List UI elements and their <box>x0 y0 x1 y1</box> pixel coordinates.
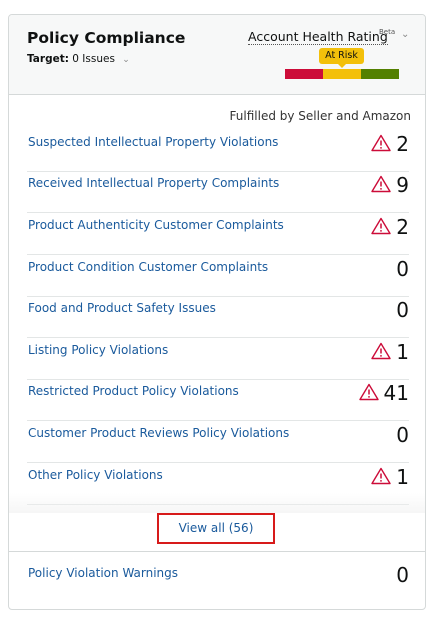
warning-triangle-icon <box>371 342 391 360</box>
warning-triangle-icon <box>371 467 391 485</box>
metric-row: Listing Policy Violations 1 <box>27 339 409 380</box>
rating-bar-critical <box>285 69 323 79</box>
account-health-rating-label[interactable]: Account Health Rating <box>248 29 388 45</box>
target-dropdown[interactable]: Target: 0 Issues ⌄ <box>27 53 130 65</box>
warning-triangle-icon <box>371 217 391 235</box>
metric-count: 41 <box>383 381 409 405</box>
view-all-highlight: View all (56) <box>157 513 275 544</box>
scroll-fade <box>9 493 425 513</box>
policy-compliance-card: Policy Compliance Target: 0 Issues ⌄ Acc… <box>8 14 426 610</box>
metric-link[interactable]: Suspected Intellectual Property Violatio… <box>28 135 278 149</box>
metric-count: 2 <box>396 132 409 156</box>
chevron-down-icon: ⌄ <box>122 55 130 65</box>
warning-triangle-icon <box>359 383 379 401</box>
warning-triangle-icon <box>371 134 391 152</box>
metric-row: Food and Product Safety Issues 0 <box>27 297 409 338</box>
metric-row: Customer Product Reviews Policy Violatio… <box>27 422 409 463</box>
warning-triangle-icon <box>371 175 391 193</box>
view-all-link[interactable]: View all (56) <box>159 515 273 542</box>
status-badge-pointer <box>338 64 346 68</box>
metric-row: Product Authenticity Customer Complaints… <box>27 214 409 255</box>
card-header: Policy Compliance Target: 0 Issues ⌄ Acc… <box>9 15 425 95</box>
status-badge: At Risk <box>319 48 364 64</box>
policy-violation-warnings-row: Policy Violation Warnings 0 <box>27 562 409 603</box>
metric-row: Received Intellectual Property Complaint… <box>27 172 409 213</box>
metric-link[interactable]: Food and Product Safety Issues <box>28 301 216 315</box>
metric-count: 0 <box>396 257 409 281</box>
metric-link[interactable]: Product Condition Customer Complaints <box>28 260 268 274</box>
section-divider <box>9 551 425 552</box>
metric-row: Suspected Intellectual Property Violatio… <box>27 131 409 172</box>
metric-row: Product Condition Customer Complaints 0 <box>27 256 409 297</box>
metric-count: 9 <box>396 173 409 197</box>
card-title: Policy Compliance <box>27 29 186 47</box>
metric-count: 0 <box>396 298 409 322</box>
metric-count: 2 <box>396 215 409 239</box>
metric-link[interactable]: Received Intellectual Property Complaint… <box>28 176 279 190</box>
metric-link[interactable]: Product Authenticity Customer Complaints <box>28 218 284 232</box>
metric-count: 0 <box>396 423 409 447</box>
metric-link[interactable]: Listing Policy Violations <box>28 343 168 357</box>
metric-count: 1 <box>396 465 409 489</box>
rating-bar-healthy <box>361 69 399 79</box>
target-value: 0 Issues <box>72 53 115 65</box>
metric-count: 1 <box>396 340 409 364</box>
target-label: Target: <box>27 53 69 65</box>
fulfillment-subheading: Fulfilled by Seller and Amazon <box>229 109 411 123</box>
policy-violation-warnings-link[interactable]: Policy Violation Warnings <box>28 566 178 580</box>
metric-link[interactable]: Customer Product Reviews Policy Violatio… <box>28 426 289 440</box>
metric-link[interactable]: Other Policy Violations <box>28 468 163 482</box>
metric-row: Restricted Product Policy Violations 41 <box>27 380 409 421</box>
rating-bar-at-risk <box>323 69 361 79</box>
chevron-down-icon[interactable]: ⌄ <box>401 29 409 40</box>
policy-violation-warnings-count: 0 <box>396 563 409 587</box>
beta-label: Beta <box>379 28 396 36</box>
metric-link[interactable]: Restricted Product Policy Violations <box>28 384 239 398</box>
